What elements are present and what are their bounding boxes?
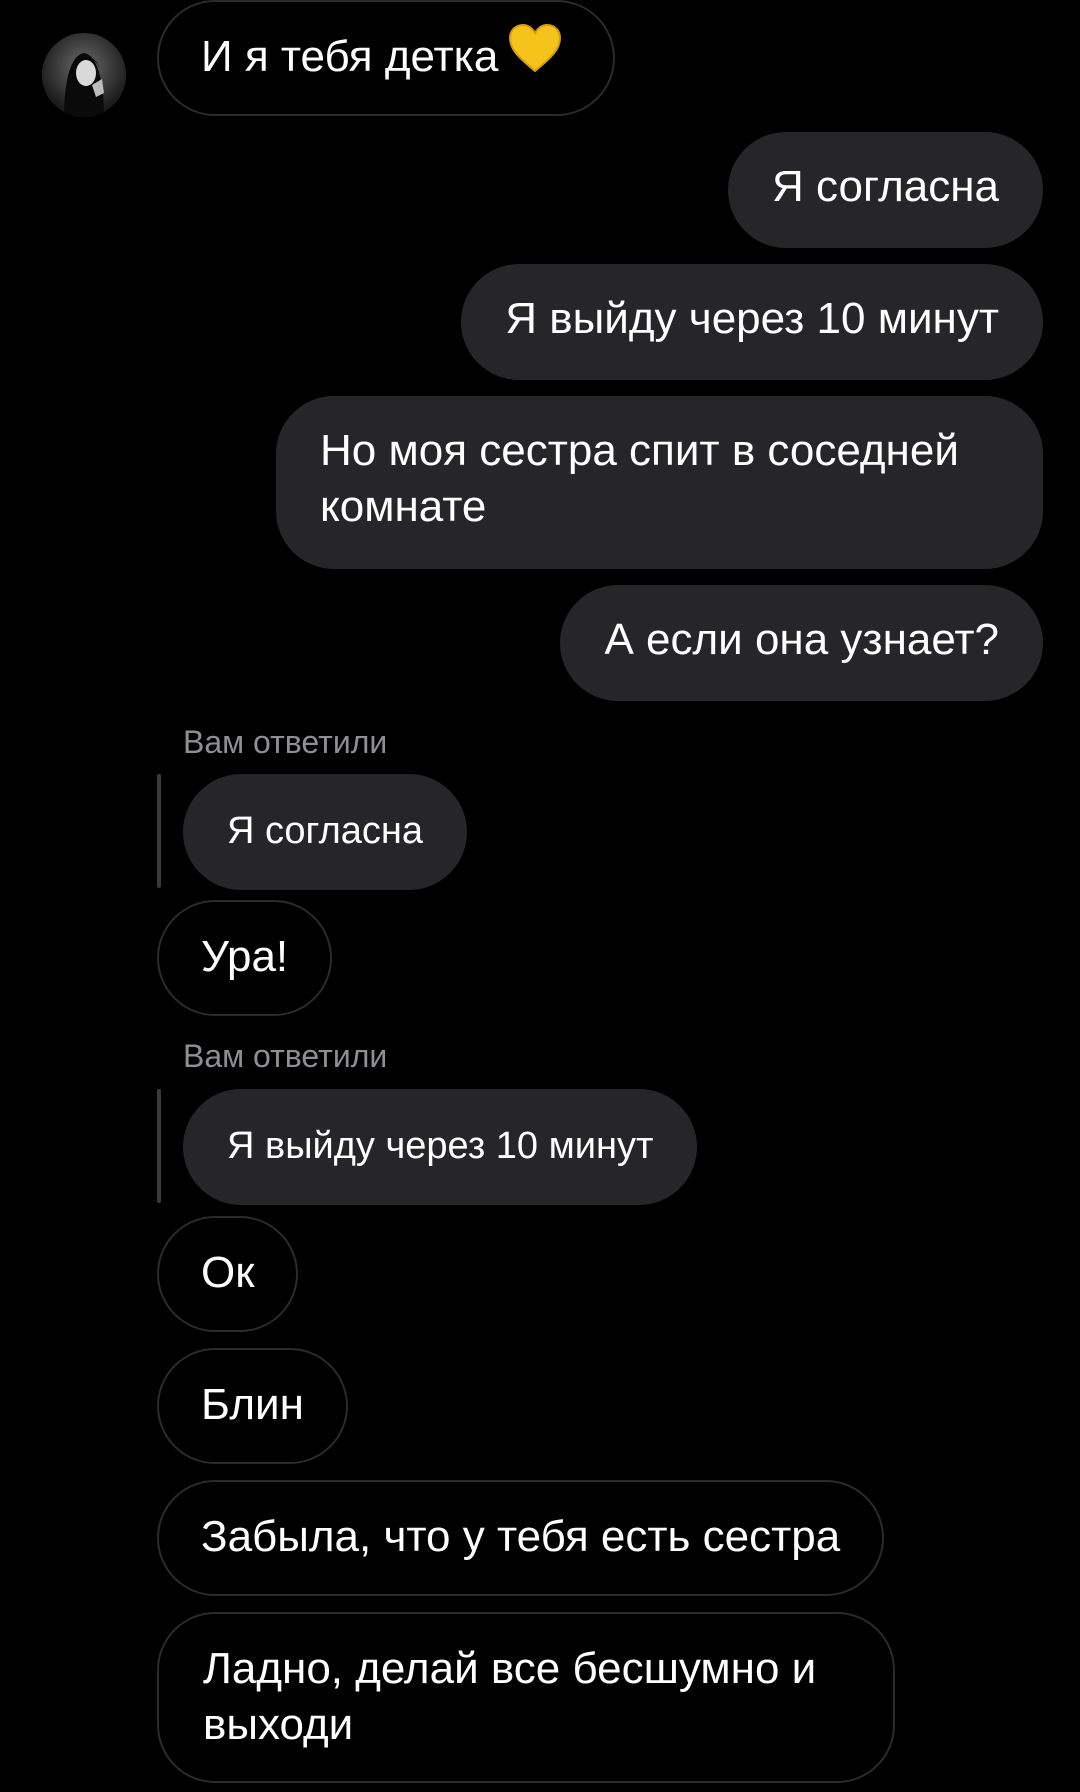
avatar-image (42, 33, 126, 117)
reply-indicator-bar (157, 774, 161, 888)
message-text: Я выйду через 10 минут (505, 294, 999, 343)
yellow-heart-icon (508, 23, 562, 87)
quoted-text: Я выйду через 10 минут (227, 1125, 654, 1167)
message-text: Ладно, делай все бесшумно и выходи (203, 1644, 817, 1749)
avatar[interactable] (42, 33, 126, 117)
chat-thread: И я тебя детка Я согласна Я выйду через … (0, 0, 1080, 1792)
incoming-message[interactable]: Блин (157, 1348, 348, 1464)
message-text: Блин (201, 1380, 304, 1429)
reply-label: Вам ответили (183, 1038, 388, 1074)
incoming-message[interactable]: Ура! (157, 900, 333, 1016)
outgoing-message[interactable]: Но моя сестра спит в соседней комнате (276, 396, 1043, 569)
outgoing-message[interactable]: А если она узнает? (560, 585, 1043, 701)
incoming-message[interactable]: Ладно, делай все бесшумно и выходи (157, 1612, 895, 1783)
incoming-message[interactable]: И я тебя детка (157, 0, 615, 116)
message-text: А если она узнает? (604, 615, 999, 664)
message-text: Забыла, что у тебя есть сестра (201, 1512, 841, 1561)
message-text: Я согласна (772, 162, 999, 211)
quoted-text: Я согласна (227, 810, 424, 852)
reply-label: Вам ответили (183, 724, 388, 760)
outgoing-message[interactable]: Я выйду через 10 минут (461, 264, 1043, 380)
quoted-message[interactable]: Я выйду через 10 минут (183, 1089, 698, 1205)
message-text: Но моя сестра спит в соседней комнате (320, 426, 959, 531)
incoming-message[interactable]: Забыла, что у тебя есть сестра (157, 1480, 885, 1596)
message-text: И я тебя детка (201, 32, 499, 81)
quoted-message[interactable]: Я согласна (183, 774, 468, 890)
message-text: Ок (201, 1248, 255, 1297)
outgoing-message[interactable]: Я согласна (728, 132, 1043, 248)
message-text: Ура! (201, 932, 289, 981)
reply-indicator-bar (157, 1089, 161, 1203)
incoming-message[interactable]: Ок (157, 1216, 299, 1332)
